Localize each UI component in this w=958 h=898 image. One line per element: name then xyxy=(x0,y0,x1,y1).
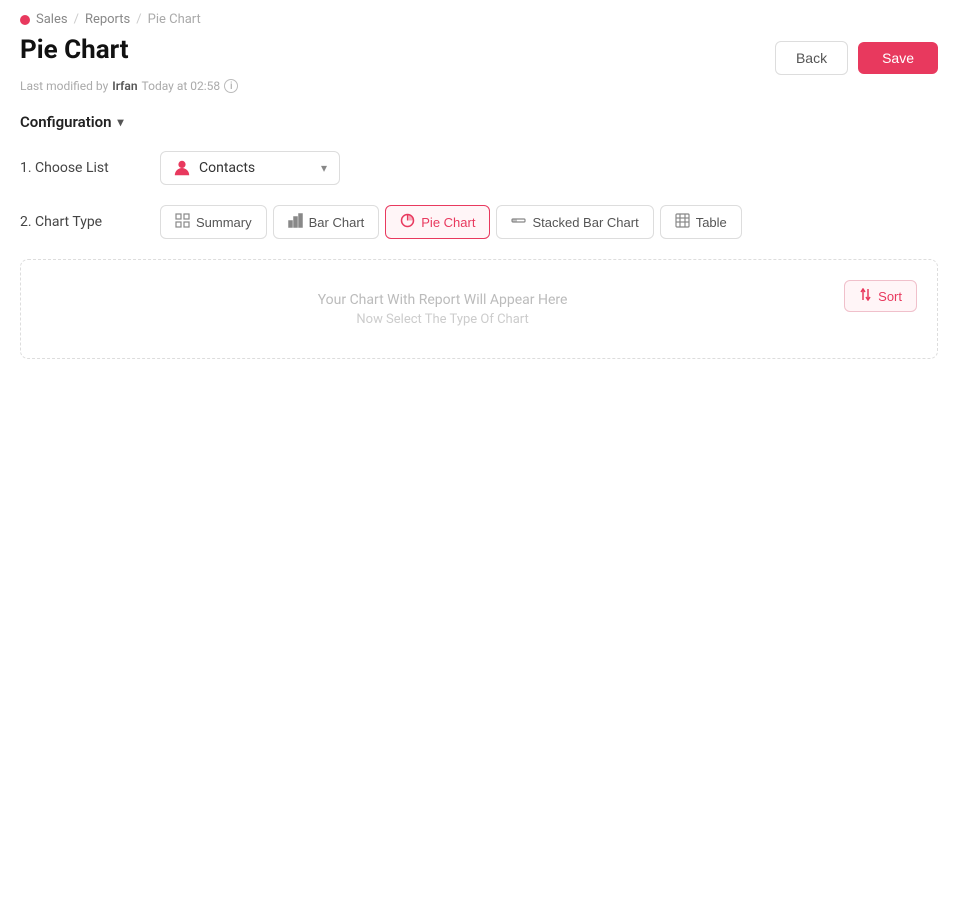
dropdown-caret-icon: ▾ xyxy=(321,161,327,175)
breadcrumb-reports[interactable]: Reports xyxy=(85,12,130,27)
meta-row: Last modified by Irfan Today at 02:58 i xyxy=(20,79,938,93)
chart-placeholder-title: Your Chart With Report Will Appear Here xyxy=(318,292,568,308)
breadcrumb-dot xyxy=(20,15,30,25)
chart-placeholder-sub: Now Select The Type Of Chart xyxy=(356,312,528,327)
list-select-value: Contacts xyxy=(199,160,255,176)
person-icon xyxy=(173,159,191,177)
meta-user: Irfan xyxy=(112,79,137,93)
header-row: Pie Chart Back Save xyxy=(20,35,938,75)
chart-type-table-label: Table xyxy=(696,215,727,230)
sort-label: Sort xyxy=(878,289,902,304)
meta-time: Today at 02:58 xyxy=(142,79,221,93)
save-button[interactable]: Save xyxy=(858,42,938,74)
breadcrumb-current: Pie Chart xyxy=(148,12,201,27)
chart-type-pie[interactable]: Pie Chart xyxy=(385,205,490,239)
chart-type-bar[interactable]: Bar Chart xyxy=(273,205,380,239)
chart-type-summary[interactable]: Summary xyxy=(160,205,267,239)
config-header[interactable]: Configuration ▾ xyxy=(20,113,938,131)
chart-placeholder: Your Chart With Report Will Appear Here … xyxy=(41,292,844,327)
step2-label: 2. Chart Type xyxy=(20,214,140,230)
info-icon[interactable]: i xyxy=(224,79,238,93)
sort-icon xyxy=(859,288,872,304)
stacked-bar-icon xyxy=(511,213,526,231)
back-button[interactable]: Back xyxy=(775,41,848,75)
breadcrumb-sep1: / xyxy=(74,12,79,27)
breadcrumb: Sales / Reports / Pie Chart xyxy=(20,12,938,27)
chart-type-table[interactable]: Table xyxy=(660,205,742,239)
step1-label: 1. Choose List xyxy=(20,160,140,176)
pie-chart-icon xyxy=(400,213,415,231)
chart-area: Your Chart With Report Will Appear Here … xyxy=(20,259,938,359)
meta-text: Last modified by xyxy=(20,79,108,93)
chart-type-pie-label: Pie Chart xyxy=(421,215,475,230)
config-row-list: 1. Choose List Contacts ▾ xyxy=(20,151,938,185)
config-row-chart-type: 2. Chart Type Summary xyxy=(20,205,938,239)
chart-type-summary-label: Summary xyxy=(196,215,252,230)
chart-type-group: Summary Bar Chart xyxy=(160,205,742,239)
chart-type-bar-label: Bar Chart xyxy=(309,215,365,230)
chart-type-stacked-label: Stacked Bar Chart xyxy=(532,215,638,230)
choose-list-dropdown[interactable]: Contacts ▾ xyxy=(160,151,340,185)
table-icon xyxy=(675,213,690,231)
bar-chart-icon xyxy=(288,213,303,231)
config-section: Configuration ▾ 1. Choose List Contacts … xyxy=(20,113,938,359)
breadcrumb-sales[interactable]: Sales xyxy=(36,12,68,27)
sort-button[interactable]: Sort xyxy=(844,280,917,312)
breadcrumb-sep2: / xyxy=(136,12,141,27)
page-title: Pie Chart xyxy=(20,35,129,66)
chart-type-stacked[interactable]: Stacked Bar Chart xyxy=(496,205,653,239)
chevron-down-icon: ▾ xyxy=(118,115,124,129)
summary-icon xyxy=(175,213,190,231)
list-select-inner: Contacts xyxy=(173,159,255,177)
header-buttons: Back Save xyxy=(775,41,938,75)
config-label: Configuration xyxy=(20,113,112,131)
